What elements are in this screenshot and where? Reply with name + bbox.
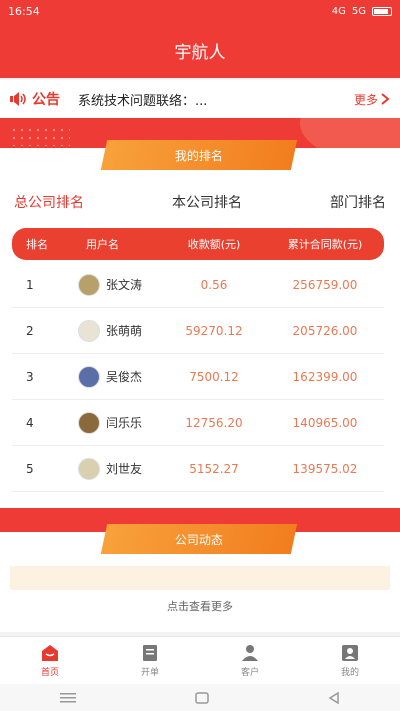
news-section-title: 公司动态 [100,524,298,554]
amount-cell: 12756.20 [185,415,243,430]
tab-mine-label: 我的 [340,667,359,678]
back-icon[interactable] [328,691,340,704]
table-row[interactable]: 1 张文涛 0.56 256759.00 [12,262,384,308]
dots-decoration [10,126,70,146]
total-cell: 256759.00 [292,277,358,292]
header-rank: 排名 [26,238,48,251]
battery-icon [372,6,392,16]
user-cell: 刘世友 [58,457,162,480]
amount-cell: 5152.27 [189,461,239,476]
username: 闫乐乐 [106,416,143,430]
tab-company-wide[interactable]: 总公司排名 [14,192,84,212]
user-cell: 吴俊杰 [58,365,162,388]
speaker-icon [10,92,26,106]
tab-home-label: 首页 [40,667,59,678]
tab-mine[interactable]: 我的 [300,637,400,684]
ranking-section-title: 我的排名 [100,140,298,170]
home-button-icon[interactable] [195,691,209,704]
tab-customer-label: 客户 [240,667,259,678]
user-cell: 张萌萌 [58,319,162,342]
news-item[interactable] [10,566,390,590]
rank-cell: 4 [26,415,34,430]
notice-bar[interactable]: 公告 系统技术问题联络：... 更多 [0,80,400,118]
avatar [78,273,100,296]
total-cell: 162399.00 [292,369,358,384]
notice-more-link[interactable]: 更多 [354,91,390,108]
notice-badge: 公告 [10,89,60,109]
rank-cell: 2 [26,323,34,338]
avatar [78,411,100,434]
user-cell: 闫乐乐 [58,411,162,434]
total-cell: 205726.00 [292,323,358,338]
notice-more-label: 更多 [353,92,378,107]
avatar [78,365,100,388]
home-icon [42,644,58,661]
document-icon [143,644,157,661]
table-header: 排名 用户名 收款额(元) 累计合同款(元) [12,228,384,260]
customer-icon [242,644,258,661]
notice-text[interactable]: 系统技术问题联络：... [78,90,354,109]
username: 吴俊杰 [106,370,143,384]
tab-customer[interactable]: 客户 [200,637,300,684]
total-cell: 140965.00 [292,415,358,430]
ranking-table: 1 张文涛 0.56 256759.00 2 张萌萌 59270.12 2057… [12,262,384,492]
header-total: 累计合同款(元) [287,238,363,251]
total-cell: 139575.02 [292,461,358,476]
notice-badge-label: 公告 [32,92,60,108]
tab-home[interactable]: 首页 [0,637,100,684]
table-row[interactable]: 4 闫乐乐 12756.20 140965.00 [12,400,384,446]
amount-cell: 7500.12 [189,369,239,384]
ranking-title-label: 我的排名 [174,148,223,163]
username: 张文涛 [106,278,143,292]
rank-cell: 5 [26,461,34,476]
user-cell: 张文涛 [58,273,162,296]
view-more-link[interactable]: 点击查看更多 [0,598,400,614]
tab-department[interactable]: 部门排名 [330,192,386,212]
rank-cell: 1 [26,277,34,292]
status-time: 16:54 [8,4,40,18]
news-title-label: 公司动态 [174,532,223,547]
chevron-right-icon [381,93,390,105]
ranking-tabs: 总公司排名 本公司排名 部门排名 [0,188,400,216]
username: 张萌萌 [106,324,143,338]
tab-order[interactable]: 开单 [100,637,200,684]
menu-icon[interactable] [59,692,76,704]
avatar [78,319,100,342]
amount-cell: 59270.12 [185,323,243,338]
header-username: 用户名 [86,238,119,251]
avatar [78,457,100,480]
header-amount: 收款额(元) [187,238,241,251]
bottom-tab-bar: 首页 开单 客户 我的 [0,636,400,684]
username: 刘世友 [106,462,143,476]
signal-label: 5G [351,5,366,17]
app-header: 宇航人 [0,22,400,78]
system-nav-bar [0,684,400,711]
table-row[interactable]: 3 吴俊杰 7500.12 162399.00 [12,354,384,400]
page-title: 宇航人 [174,42,226,63]
amount-cell: 0.56 [200,277,228,292]
network-label: 4G [331,5,346,17]
tab-order-label: 开单 [140,667,159,678]
table-row[interactable]: 5 刘世友 5152.27 139575.02 [12,446,384,492]
profile-icon [342,644,358,661]
rank-cell: 3 [26,369,34,384]
table-row[interactable]: 2 张萌萌 59270.12 205726.00 [12,308,384,354]
status-bar: 16:54 4G 5G [0,0,400,22]
tab-own-company[interactable]: 本公司排名 [172,192,242,212]
